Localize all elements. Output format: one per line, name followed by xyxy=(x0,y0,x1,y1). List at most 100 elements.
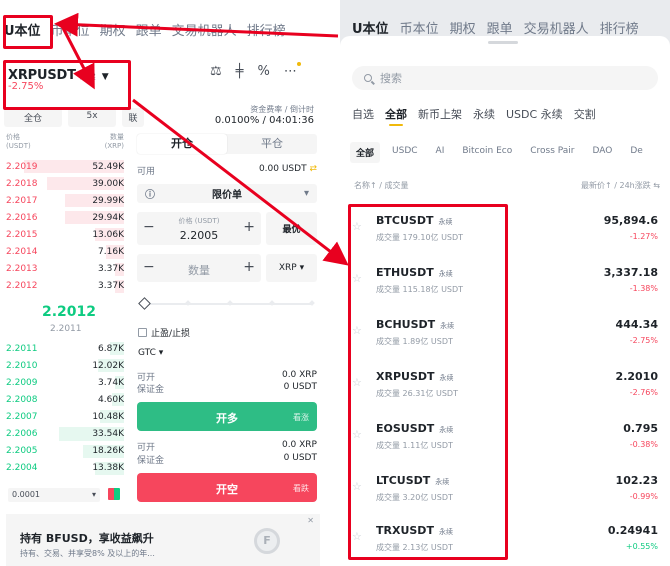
chip-usdc[interactable]: USDC xyxy=(386,142,424,163)
ask-row[interactable]: 2.2014 7.16K xyxy=(6,243,124,260)
last-price: 444.34 xyxy=(615,318,658,331)
margin-value: 0 USDT xyxy=(283,453,317,463)
tab-options[interactable]: 期权 xyxy=(450,18,476,37)
percent-icon[interactable]: % xyxy=(257,64,269,79)
scale-icon[interactable]: ⚖ xyxy=(210,64,222,79)
checkbox-box[interactable] xyxy=(138,328,147,337)
open-short-button[interactable]: 开空 看跌 xyxy=(137,473,317,502)
bid-qty: 33.54K xyxy=(92,429,124,440)
chip-bitcoin-eco[interactable]: Bitcoin Eco xyxy=(456,142,518,163)
sheet-drag-handle[interactable] xyxy=(488,41,518,44)
time-in-force-select[interactable]: GTC ▾ xyxy=(138,348,163,358)
tab-perpetual[interactable]: 永续 xyxy=(473,106,495,126)
tab-close[interactable]: 平仓 xyxy=(227,134,317,154)
price-change: -1.27% xyxy=(629,232,658,241)
bid-qty: 6.87K xyxy=(98,343,124,354)
orderbook-view-icon[interactable] xyxy=(108,488,120,500)
tab-trading-bots[interactable]: 交易机器人 xyxy=(524,18,589,37)
margin-mode-button[interactable]: 全仓 xyxy=(4,108,62,127)
tab-leaderboard[interactable]: 排行榜 xyxy=(600,18,639,37)
price-change: -0.38% xyxy=(629,440,658,449)
bid-row[interactable]: 2.2007 10.48K xyxy=(6,408,124,425)
minus-icon[interactable]: − xyxy=(143,219,155,235)
margin-label: 保证金 xyxy=(137,385,165,395)
open-long-sub: 看涨 xyxy=(293,413,309,422)
bbo-button[interactable]: 最优 xyxy=(266,212,317,245)
tab-new-listings[interactable]: 新币上架 xyxy=(418,106,462,126)
tab-trading-bots[interactable]: 交易机器人 xyxy=(172,20,237,39)
tab-options[interactable]: 期权 xyxy=(100,20,126,39)
plus-icon[interactable]: + xyxy=(243,219,255,235)
tab-delivery[interactable]: 交割 xyxy=(574,106,596,126)
slider-tick xyxy=(309,300,315,306)
chip-all[interactable]: 全部 xyxy=(350,142,381,163)
sort-by-price[interactable]: 最新价↑ / 24h涨跌 ⇆ xyxy=(581,180,660,191)
chip-de[interactable]: De xyxy=(624,142,648,163)
quantity-input[interactable]: 数量 − + xyxy=(137,254,261,282)
tab-leaderboard[interactable]: 排行榜 xyxy=(247,20,286,39)
info-icon[interactable]: ⓘ xyxy=(145,186,155,201)
minus-icon[interactable]: − xyxy=(143,259,155,275)
slider-tick xyxy=(269,300,275,306)
bid-price: 2.2004 xyxy=(6,463,38,474)
ask-qty: 29.94K xyxy=(92,212,124,223)
depth-precision-select[interactable]: 0.0001 ▾ xyxy=(8,488,100,502)
bid-row[interactable]: 2.2010 12.02K xyxy=(6,357,124,374)
ask-row[interactable]: 2.2015 13.06K xyxy=(6,226,124,243)
swap-icon[interactable]: ⇆ xyxy=(653,181,660,190)
position-mode-button[interactable]: 联 xyxy=(122,108,144,127)
tab-copy-trading[interactable]: 跟单 xyxy=(136,20,162,39)
search-input[interactable]: 搜索 xyxy=(352,66,658,90)
bid-row[interactable]: 2.2004 13.38K xyxy=(6,460,124,477)
annotation-box-usdt-m xyxy=(3,15,53,49)
quantity-unit-select[interactable]: XRP ▾ xyxy=(266,254,317,282)
bid-row[interactable]: 2.2011 6.87K xyxy=(6,340,124,357)
bid-qty: 3.74K xyxy=(98,377,124,388)
ask-row[interactable]: 2.2017 29.99K xyxy=(6,192,124,209)
ask-row[interactable]: 2.2016 29.94K xyxy=(6,209,124,226)
chip-dao[interactable]: DAO xyxy=(587,142,619,163)
bid-row[interactable]: 2.2008 4.60K xyxy=(6,391,124,408)
ask-price: 2.2017 xyxy=(6,195,38,206)
tab-coin-m[interactable]: 币本位 xyxy=(51,20,90,39)
bid-price: 2.2005 xyxy=(6,446,38,457)
more-icon[interactable]: ⋯ xyxy=(284,62,301,79)
leverage-button[interactable]: 5x xyxy=(68,108,116,127)
tab-usdt-m[interactable]: U本位 xyxy=(352,18,389,37)
last-price: 102.23 xyxy=(615,474,658,487)
tab-all[interactable]: 全部 xyxy=(385,106,407,126)
price-input[interactable]: 价格 (USDT) 2.2005 − + xyxy=(137,212,261,245)
chip-ai[interactable]: AI xyxy=(430,142,451,163)
tab-copy-trading[interactable]: 跟单 xyxy=(487,18,513,37)
close-icon[interactable]: ✕ xyxy=(307,516,314,525)
bid-row[interactable]: 2.2009 3.74K xyxy=(6,374,124,391)
tab-open[interactable]: 开仓 xyxy=(137,134,227,154)
ask-row[interactable]: 2.2013 3.37K xyxy=(6,261,124,278)
order-type-select[interactable]: ⓘ 限价单 ▾ xyxy=(137,184,317,203)
ask-row[interactable]: 2.2019 52.49K xyxy=(6,158,124,175)
promo-banner[interactable]: 持有 BFUSD，享收益飙升 持有、交易、并享受8% 及以上的年... F ✕ xyxy=(6,514,320,566)
open-label: 可开 xyxy=(137,443,156,453)
plus-icon[interactable]: + xyxy=(243,259,255,275)
ask-row[interactable]: 2.2012 3.37K xyxy=(6,278,124,295)
bid-row[interactable]: 2.2006 33.54K xyxy=(6,425,124,442)
sort-by-name[interactable]: 名称↑ / 成交量 xyxy=(354,180,408,191)
last-price: 3,337.18 xyxy=(603,266,658,279)
candlestick-icon[interactable]: ╪ xyxy=(236,64,244,79)
margin-long: 保证金 0 USDT xyxy=(137,382,317,395)
bid-row[interactable]: 2.2005 18.26K xyxy=(6,443,124,460)
quantity-slider[interactable] xyxy=(138,297,315,310)
price-change: -2.75% xyxy=(629,336,658,345)
tpsl-checkbox[interactable]: 止盈/止损 xyxy=(138,326,190,339)
slider-handle[interactable] xyxy=(138,297,151,310)
search-placeholder: 搜索 xyxy=(380,72,402,85)
tab-favorites[interactable]: 自选 xyxy=(352,106,374,126)
tab-usdc-perpetual[interactable]: USDC 永续 xyxy=(506,106,563,126)
last-price[interactable]: 2.2012 xyxy=(42,304,96,320)
ask-row[interactable]: 2.2018 39.00K xyxy=(6,175,124,192)
transfer-icon[interactable]: ⇄ xyxy=(309,164,317,174)
margin-value: 0 USDT xyxy=(283,382,317,392)
tab-coin-m[interactable]: 币本位 xyxy=(400,18,439,37)
chip-cross-pair[interactable]: Cross Pair xyxy=(524,142,580,163)
open-long-button[interactable]: 开多 看涨 xyxy=(137,402,317,431)
